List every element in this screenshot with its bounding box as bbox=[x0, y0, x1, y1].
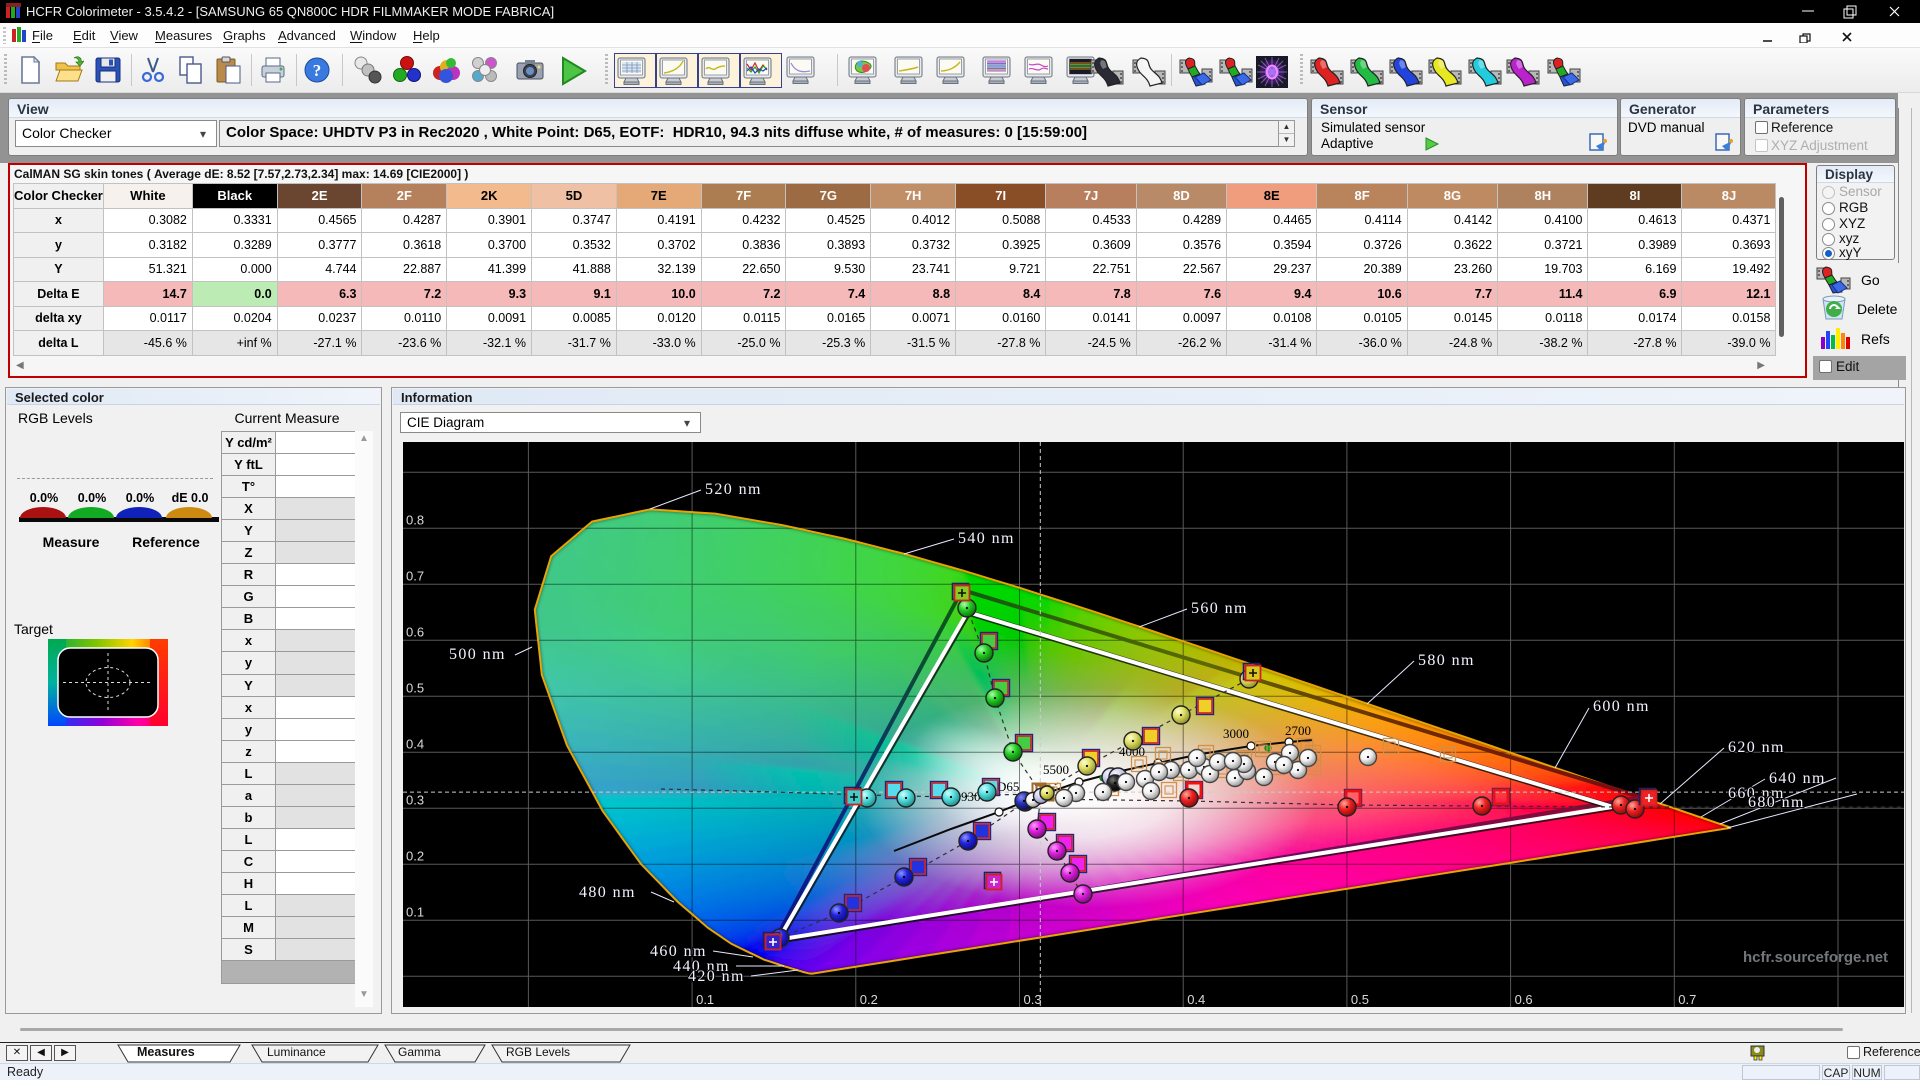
svg-text:D65: D65 bbox=[997, 779, 1019, 794]
svg-text:0.3: 0.3 bbox=[1024, 992, 1042, 1007]
svg-text:0.1: 0.1 bbox=[696, 992, 714, 1007]
svg-text:480 nm: 480 nm bbox=[579, 884, 636, 901]
svg-text:0.5: 0.5 bbox=[406, 680, 424, 695]
svg-text:0.4: 0.4 bbox=[1187, 992, 1205, 1007]
svg-text:0.7: 0.7 bbox=[406, 568, 424, 583]
svg-text:?: ? bbox=[313, 61, 322, 80]
svg-text:0.4: 0.4 bbox=[406, 736, 424, 751]
svg-text:500 nm: 500 nm bbox=[449, 646, 506, 663]
svg-text:420 nm: 420 nm bbox=[688, 968, 745, 985]
svg-text:620 nm: 620 nm bbox=[1728, 739, 1785, 756]
svg-text:0.5: 0.5 bbox=[1351, 992, 1369, 1007]
svg-text:3000: 3000 bbox=[1223, 726, 1249, 741]
svg-text:520 nm: 520 nm bbox=[705, 481, 762, 498]
svg-text:0.7: 0.7 bbox=[1678, 992, 1696, 1007]
svg-text:0.8: 0.8 bbox=[406, 512, 424, 527]
svg-text:0.2: 0.2 bbox=[406, 848, 424, 863]
svg-text:hcfr.sourceforge.net: hcfr.sourceforge.net bbox=[1743, 949, 1888, 966]
svg-text:540 nm: 540 nm bbox=[958, 530, 1015, 547]
svg-text:680 nm: 680 nm bbox=[1748, 794, 1805, 811]
svg-text:600 nm: 600 nm bbox=[1593, 698, 1650, 715]
svg-text:0.6: 0.6 bbox=[1515, 992, 1533, 1007]
svg-text:5500: 5500 bbox=[1043, 762, 1069, 777]
svg-text:2700: 2700 bbox=[1285, 723, 1311, 738]
svg-text:580 nm: 580 nm bbox=[1418, 652, 1475, 669]
svg-text:0.6: 0.6 bbox=[406, 624, 424, 639]
svg-text:0.3: 0.3 bbox=[406, 792, 424, 807]
svg-text:0.2: 0.2 bbox=[860, 992, 878, 1007]
svg-text:560 nm: 560 nm bbox=[1191, 600, 1248, 617]
svg-text:0.1: 0.1 bbox=[406, 904, 424, 919]
